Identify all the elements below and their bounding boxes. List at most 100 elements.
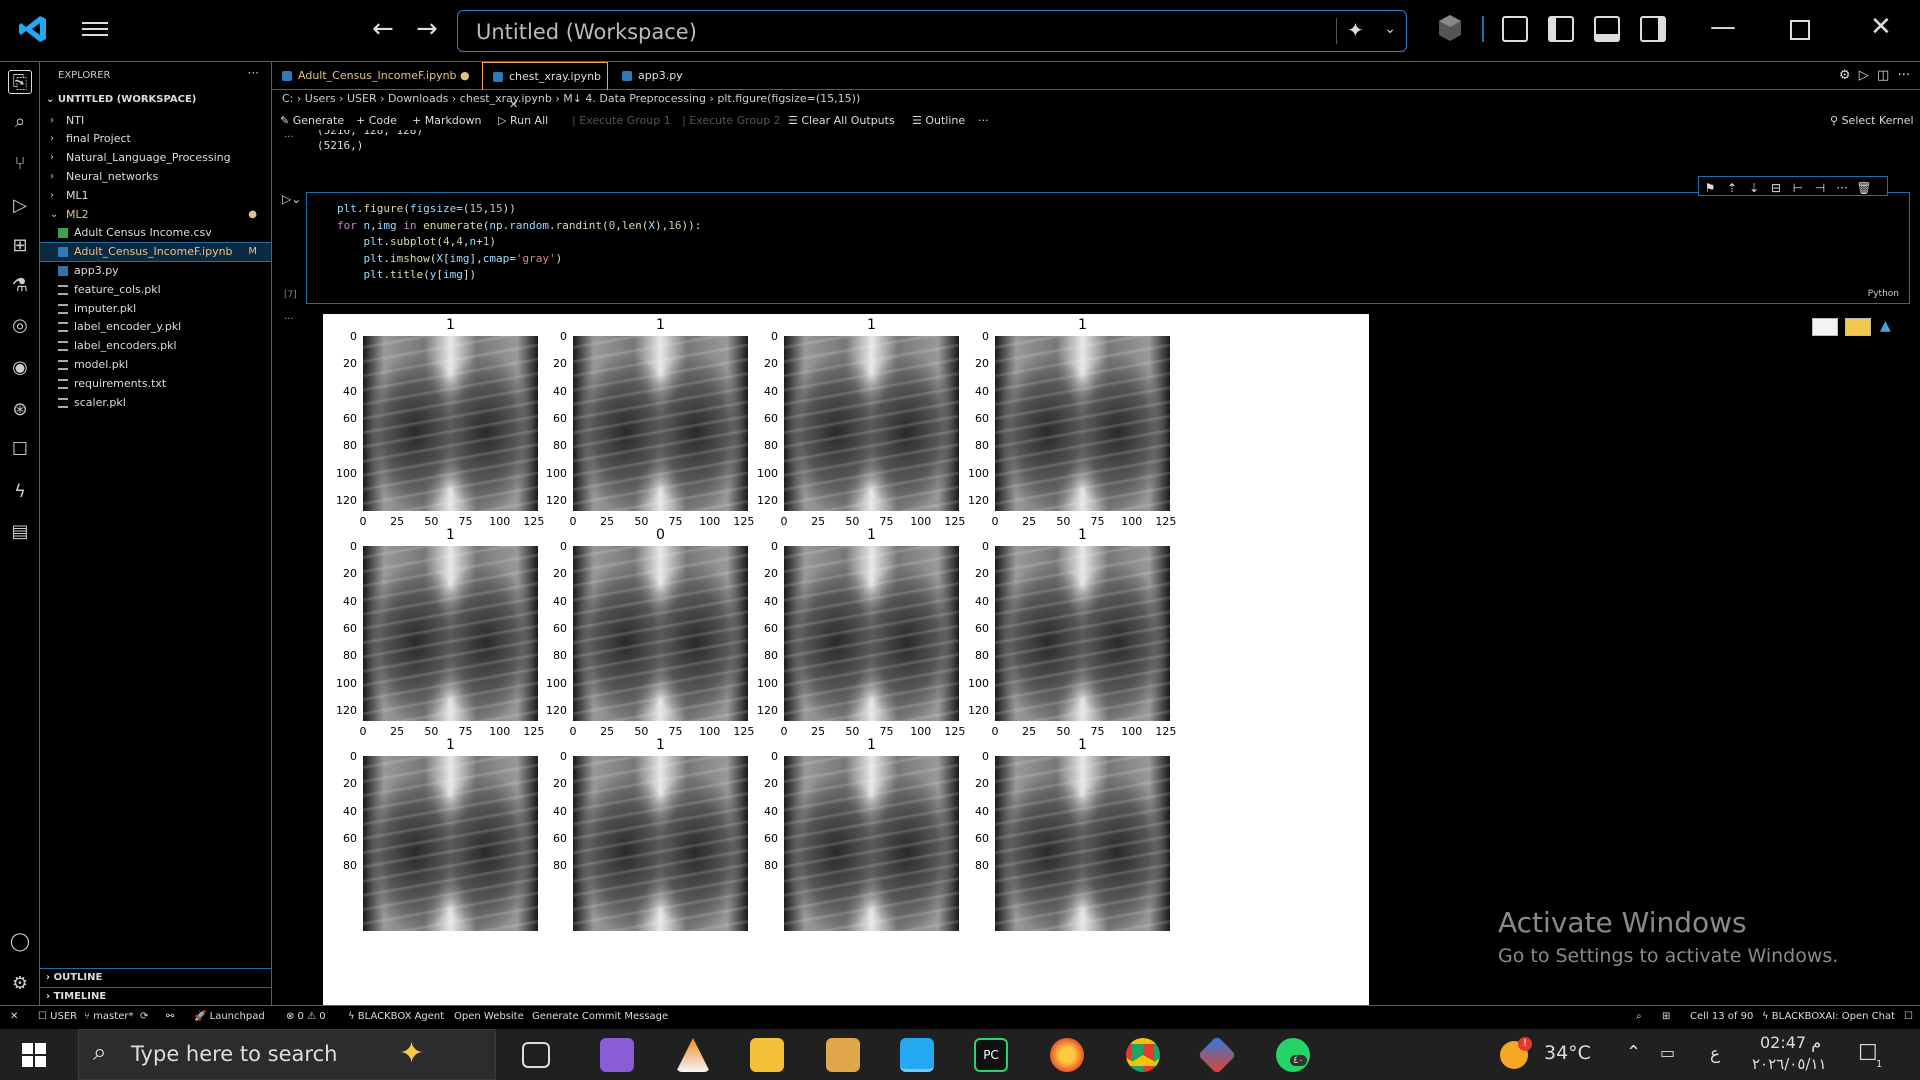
save-output-icon[interactable] bbox=[1845, 318, 1871, 336]
folder-ml1[interactable]: › ML1 bbox=[40, 187, 271, 205]
file-adult-census-csv[interactable]: Adult Census Income.csv bbox=[40, 224, 271, 242]
run-all-button[interactable]: ▷ Run All bbox=[498, 114, 548, 127]
launchpad-status[interactable]: 🚀 Launchpad bbox=[194, 1011, 265, 1022]
add-code-button[interactable]: + Code bbox=[356, 114, 397, 127]
git-tool-icon[interactable] bbox=[1197, 1035, 1237, 1075]
run-cell-icon[interactable]: ▷⌄ bbox=[282, 192, 301, 206]
search-icon[interactable]: ⌕ bbox=[8, 110, 32, 134]
taskbar-search[interactable]: ⌕ Type here to search ✦ bbox=[78, 1029, 496, 1080]
output-more-icon[interactable]: ··· bbox=[284, 132, 294, 143]
breadcrumb[interactable]: C: › Users › USER › Downloads › chest_xr… bbox=[282, 92, 860, 105]
explorer-icon[interactable]: ⎘ bbox=[8, 70, 32, 94]
forward-arrow-icon[interactable]: → bbox=[416, 16, 438, 42]
clear-outputs-button[interactable]: ☰ Clear All Outputs bbox=[788, 114, 895, 127]
notifications-icon[interactable]: ☐ bbox=[1904, 1011, 1913, 1022]
more-actions-icon[interactable]: ··· bbox=[248, 66, 259, 80]
insert-icon[interactable]: ⊢ bbox=[1787, 179, 1809, 197]
maximize-icon[interactable] bbox=[1790, 20, 1810, 40]
workspace-root[interactable]: ⌄ UNTITLED (WORKSPACE) bbox=[46, 94, 196, 105]
cell-position-status[interactable]: Cell 13 of 90 bbox=[1690, 1011, 1753, 1022]
close-icon[interactable]: ✕ bbox=[1870, 12, 1892, 42]
paint-icon[interactable] bbox=[826, 1038, 860, 1072]
outline-section[interactable]: › OUTLINE bbox=[40, 968, 271, 986]
input-language[interactable]: ع bbox=[1710, 1044, 1720, 1064]
blackbox-agent-status[interactable]: ϟ BLACKBOX Agent bbox=[348, 1011, 444, 1022]
extensions-icon[interactable]: ⊞ bbox=[8, 234, 32, 258]
folder-final-project[interactable]: › final Project bbox=[40, 130, 271, 148]
outline-button[interactable]: ☰ Outline bbox=[912, 114, 965, 127]
toggle-primary-sidebar-icon[interactable] bbox=[1548, 16, 1574, 42]
more-icon[interactable]: ··· bbox=[1831, 179, 1853, 197]
source-control-icon[interactable]: ⑂ bbox=[8, 152, 32, 176]
copilot-chat-icon[interactable]: ✦ bbox=[1336, 18, 1364, 44]
folder-ml2[interactable]: ⌄ ML2 ● bbox=[40, 206, 271, 224]
clock-time[interactable]: 02:47 م bbox=[1760, 1033, 1821, 1052]
file-feature-cols[interactable]: feature_cols.pkl bbox=[40, 281, 271, 299]
cell-language[interactable]: Python bbox=[1868, 289, 1899, 299]
minimize-icon[interactable]: — bbox=[1710, 12, 1736, 42]
file-label-encoder-y[interactable]: label_encoder_y.pkl bbox=[40, 318, 271, 336]
back-arrow-icon[interactable]: ← bbox=[372, 16, 394, 42]
layout-customize-icon[interactable] bbox=[1502, 16, 1528, 42]
git-graph-icon[interactable]: ◉ bbox=[8, 356, 32, 380]
execute-above-icon[interactable]: ⇡ bbox=[1721, 179, 1743, 197]
generate-button[interactable]: ✎ Generate bbox=[280, 114, 344, 127]
command-center-search[interactable]: Untitled (Workspace) ✦ ⌄ bbox=[457, 10, 1407, 52]
unsaved-dot-icon[interactable]: ● bbox=[460, 69, 470, 82]
notebook-kernel-icon[interactable]: ⊞ bbox=[1662, 1011, 1670, 1022]
pycharm-icon[interactable]: PC bbox=[974, 1038, 1008, 1072]
toggle-secondary-sidebar-icon[interactable] bbox=[1640, 16, 1666, 42]
task-view-icon[interactable] bbox=[522, 1042, 550, 1068]
problems-status[interactable]: ⊗ 0 ⚠ 0 bbox=[286, 1011, 326, 1022]
weather-temp[interactable]: 34°C bbox=[1544, 1042, 1591, 1064]
gear-icon[interactable]: ⚙ bbox=[8, 972, 32, 996]
toggle-panel-icon[interactable] bbox=[1594, 16, 1620, 42]
sync-icon[interactable]: ⟳ bbox=[140, 1011, 148, 1022]
open-website-button[interactable]: Open Website bbox=[454, 1011, 524, 1022]
tab-app3[interactable]: app3.py bbox=[612, 62, 704, 90]
zoom-icon[interactable]: ⌕ bbox=[1636, 1011, 1642, 1022]
firefox-icon[interactable] bbox=[1050, 1038, 1084, 1072]
clock-date[interactable]: ٢٠٢٦/٠٥/١١ bbox=[1752, 1055, 1827, 1073]
copy-output-icon[interactable] bbox=[1812, 318, 1838, 336]
lightning-icon[interactable]: ϟ bbox=[8, 480, 32, 504]
show-hidden-icons-icon[interactable]: ⌃ bbox=[1626, 1042, 1641, 1063]
folder-nti[interactable]: › NTI bbox=[40, 112, 271, 130]
execute-below-icon[interactable]: ⇣ bbox=[1743, 179, 1765, 197]
testing-icon[interactable]: ⚗ bbox=[8, 274, 32, 298]
tab-adult-census[interactable]: Adult_Census_IncomeF.ipynb ● bbox=[272, 62, 480, 90]
chat-icon[interactable]: ☐ bbox=[8, 438, 32, 462]
blackbox-chat-status[interactable]: ϟ BLACKBOXAI: Open Chat bbox=[1762, 1011, 1895, 1022]
execute-group1-button[interactable]: | Execute Group 1 bbox=[572, 114, 671, 127]
book-icon[interactable]: ▤ bbox=[8, 520, 32, 544]
cube-icon[interactable] bbox=[1438, 14, 1462, 42]
account-icon[interactable]: ◯ bbox=[8, 930, 32, 954]
code-cell[interactable]: plt.figure(figsize=(15,15)) for n,img in… bbox=[306, 192, 1910, 304]
remote-explorer-icon[interactable]: ◎ bbox=[8, 314, 32, 338]
more-icon[interactable]: ··· bbox=[978, 114, 989, 127]
run-debug-icon[interactable]: ▷ bbox=[8, 194, 32, 218]
branch-status[interactable]: ⑂ master* bbox=[84, 1011, 133, 1022]
vscode-taskbar-icon[interactable] bbox=[900, 1038, 934, 1072]
remote-icon[interactable]: ✕ bbox=[10, 1011, 18, 1022]
account-status[interactable]: ☐ USER bbox=[38, 1011, 77, 1022]
tab-chest-xray[interactable]: chest_xray.ipynb ✕ bbox=[482, 62, 608, 111]
code-editor[interactable]: plt.figure(figsize=(15,15)) for n,img in… bbox=[337, 201, 701, 284]
chrome-icon[interactable] bbox=[1126, 1038, 1160, 1072]
network-icon[interactable]: ▭ bbox=[1660, 1043, 1675, 1062]
select-kernel-button[interactable]: ⚲ Select Kernel bbox=[1830, 114, 1914, 127]
run-by-line-icon[interactable]: ⚑ bbox=[1699, 179, 1721, 197]
windows-start-icon[interactable] bbox=[22, 1043, 46, 1067]
folder-neural-networks[interactable]: › Neural_networks bbox=[40, 168, 271, 186]
menu-icon[interactable] bbox=[82, 18, 108, 40]
folder-nlp[interactable]: › Natural_Language_Processing bbox=[40, 149, 271, 167]
file-imputer[interactable]: imputer.pkl bbox=[40, 300, 271, 318]
timeline-section[interactable]: › TIMELINE bbox=[40, 987, 271, 1005]
file-scaler[interactable]: scaler.pkl bbox=[40, 394, 271, 412]
chevron-down-icon[interactable]: ⌄ bbox=[1384, 21, 1396, 37]
copilot-sparkle-icon[interactable]: ✦ bbox=[399, 1036, 424, 1071]
accounts-extension-icon[interactable]: ⊛ bbox=[8, 398, 32, 422]
file-requirements[interactable]: requirements.txt bbox=[40, 375, 271, 393]
delete-cell-icon[interactable]: 🗑 bbox=[1853, 179, 1875, 197]
file-adult-census-ipynb[interactable]: Adult_Census_IncomeF.ipynb M bbox=[39, 242, 272, 262]
